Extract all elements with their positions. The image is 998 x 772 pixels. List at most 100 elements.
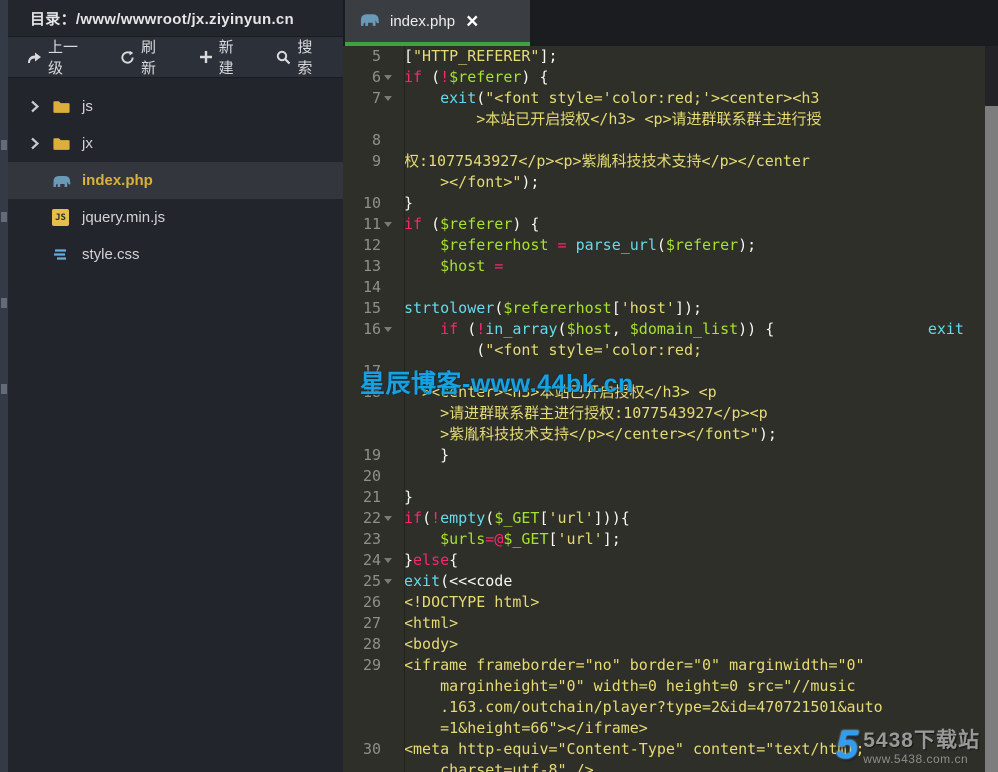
tree-item-jquery-min-js[interactable]: JS jquery.min.js <box>8 199 343 236</box>
line-number: 29 <box>343 655 381 676</box>
code-row[interactable]: 20 <box>343 466 998 487</box>
code-row[interactable]: >紫胤科技技术支持</p></center></font>"); <box>343 424 998 445</box>
code-row[interactable]: 16 if (!in_array($host, $domain_list)) {… <box>343 319 998 340</box>
line-number: 11 <box>343 214 381 235</box>
code-text: exit(<<<code <box>404 571 512 592</box>
tree-item-index-php[interactable]: index.php <box>8 162 343 199</box>
line-number <box>343 718 381 739</box>
code-text: <!DOCTYPE html> <box>404 592 539 613</box>
code-row[interactable]: 28<body> <box>343 634 998 655</box>
chevron-right-icon[interactable] <box>30 137 46 150</box>
code-row[interactable]: 11 if ($referer) { <box>343 214 998 235</box>
tree-item-label: js <box>82 98 93 115</box>
line-number <box>343 403 381 424</box>
line-number: 23 <box>343 529 381 550</box>
code-row[interactable]: 15strtolower($refererhost['host']); <box>343 298 998 319</box>
code-text: } <box>404 193 413 214</box>
line-number: 12 <box>343 235 381 256</box>
code-row[interactable]: 5["HTTP_REFERER"]; <box>343 46 998 67</box>
code-row[interactable]: .163.com/outchain/player?type=2&id=47072… <box>343 697 998 718</box>
new-file-button[interactable]: 新建 <box>199 36 247 78</box>
tree-item-jx-folder[interactable]: jx <box>8 125 343 162</box>
code-row[interactable]: 10} <box>343 193 998 214</box>
tree-item-style-css[interactable]: style.css <box>8 236 343 273</box>
code-row[interactable]: 12 $refererhost = parse_url($referer); <box>343 235 998 256</box>
line-number: 26 <box>343 592 381 613</box>
site-logo: 5 <box>836 727 858 763</box>
code-row[interactable]: >请进群联系群主进行授权:1077543927</p><p <box>343 403 998 424</box>
code-lines: 5["HTTP_REFERER"];6if (!$referer) {7 exi… <box>343 46 998 772</box>
code-row[interactable]: 27<html> <box>343 613 998 634</box>
code-row[interactable]: 13 $host = <box>343 256 998 277</box>
line-number <box>343 697 381 718</box>
code-editor[interactable]: 5["HTTP_REFERER"];6if (!$referer) {7 exi… <box>343 46 998 772</box>
code-row[interactable]: 25 exit(<<<code <box>343 571 998 592</box>
fold-spacer <box>381 655 395 676</box>
code-row[interactable]: 7 exit("<font style='color:red;'><center… <box>343 88 998 109</box>
editor-scrollbar-thumb[interactable] <box>985 106 998 772</box>
fold-arrow-icon[interactable] <box>381 214 395 235</box>
code-text: 权:1077543927</p><p>紫胤科技技术支持</p></center <box>404 151 810 172</box>
code-row[interactable]: 14 <box>343 277 998 298</box>
code-row[interactable]: 24}else{ <box>343 550 998 571</box>
search-button[interactable]: 搜索 <box>276 36 325 78</box>
code-text: <iframe frameborder="no" border="0" marg… <box>404 655 865 676</box>
code-row[interactable]: >本站已开启授权</h3> <p>请进群联系群主进行授 <box>343 109 998 130</box>
code-text: if ($referer) { <box>404 214 539 235</box>
code-text: } <box>404 487 413 508</box>
fold-spacer <box>381 277 395 298</box>
fold-arrow-icon[interactable] <box>381 550 395 571</box>
fold-arrow-icon[interactable] <box>381 571 395 592</box>
fold-spacer <box>381 739 395 760</box>
chevron-right-icon[interactable] <box>30 100 46 113</box>
code-row[interactable]: 19 } <box>343 445 998 466</box>
code-row[interactable]: 23 $urls=@$_GET['url']; <box>343 529 998 550</box>
new-file-label: 新建 <box>219 36 247 78</box>
fold-spacer <box>381 676 395 697</box>
line-number <box>343 676 381 697</box>
up-level-button[interactable]: 上一级 <box>26 36 90 78</box>
fold-arrow-icon[interactable] <box>381 319 395 340</box>
code-row[interactable]: ></font>"); <box>343 172 998 193</box>
code-text: <body> <box>404 634 458 655</box>
code-row[interactable]: 21} <box>343 487 998 508</box>
tab-close-icon[interactable]: × <box>466 11 478 32</box>
code-row[interactable]: 6if (!$referer) { <box>343 67 998 88</box>
code-text: ></font>"); <box>404 172 539 193</box>
line-number: 25 <box>343 571 381 592</box>
line-number: 22 <box>343 508 381 529</box>
fold-spacer <box>381 487 395 508</box>
code-text: marginheight="0" width=0 height=0 src="/… <box>404 676 856 697</box>
up-level-icon <box>26 50 42 65</box>
code-row[interactable]: 29 <iframe frameborder="no" border="0" ma… <box>343 655 998 676</box>
refresh-icon <box>120 50 135 65</box>
refresh-button[interactable]: 刷新 <box>120 36 169 78</box>
fold-spacer <box>381 613 395 634</box>
code-row[interactable]: ("<font style='color:red; <box>343 340 998 361</box>
code-text: >紫胤科技技术支持</p></center></font>"); <box>404 424 777 445</box>
folder-icon <box>52 99 74 114</box>
fold-spacer <box>381 256 395 277</box>
fold-arrow-icon[interactable] <box>381 88 395 109</box>
code-row[interactable]: 26 <!DOCTYPE html> <box>343 592 998 613</box>
fold-arrow-icon[interactable] <box>381 67 395 88</box>
editor-scrollbar-track[interactable] <box>985 46 998 772</box>
fold-spacer <box>381 403 395 424</box>
code-text: if (!in_array($host, $domain_list)) { ex… <box>404 319 964 340</box>
code-row[interactable]: 8 <box>343 130 998 151</box>
code-text: strtolower($refererhost['host']); <box>404 298 702 319</box>
folder-icon <box>52 136 74 151</box>
code-row[interactable]: marginheight="0" width=0 height=0 src="/… <box>343 676 998 697</box>
tab-index-php[interactable]: index.php × <box>345 0 530 42</box>
code-text: $host = <box>404 256 503 277</box>
tree-item-label: jx <box>82 135 93 152</box>
tree-item-js-folder[interactable]: js <box>8 88 343 125</box>
code-text: ("<font style='color:red; <box>404 340 702 361</box>
code-row[interactable]: 9权:1077543927</p><p>紫胤科技技术支持</p></center <box>343 151 998 172</box>
line-number: 14 <box>343 277 381 298</box>
code-text: ["HTTP_REFERER"]; <box>404 46 558 67</box>
code-row[interactable]: 22if(!empty($_GET['url'])){ <box>343 508 998 529</box>
fold-spacer <box>381 718 395 739</box>
code-text: $urls=@$_GET['url']; <box>404 529 621 550</box>
fold-arrow-icon[interactable] <box>381 508 395 529</box>
